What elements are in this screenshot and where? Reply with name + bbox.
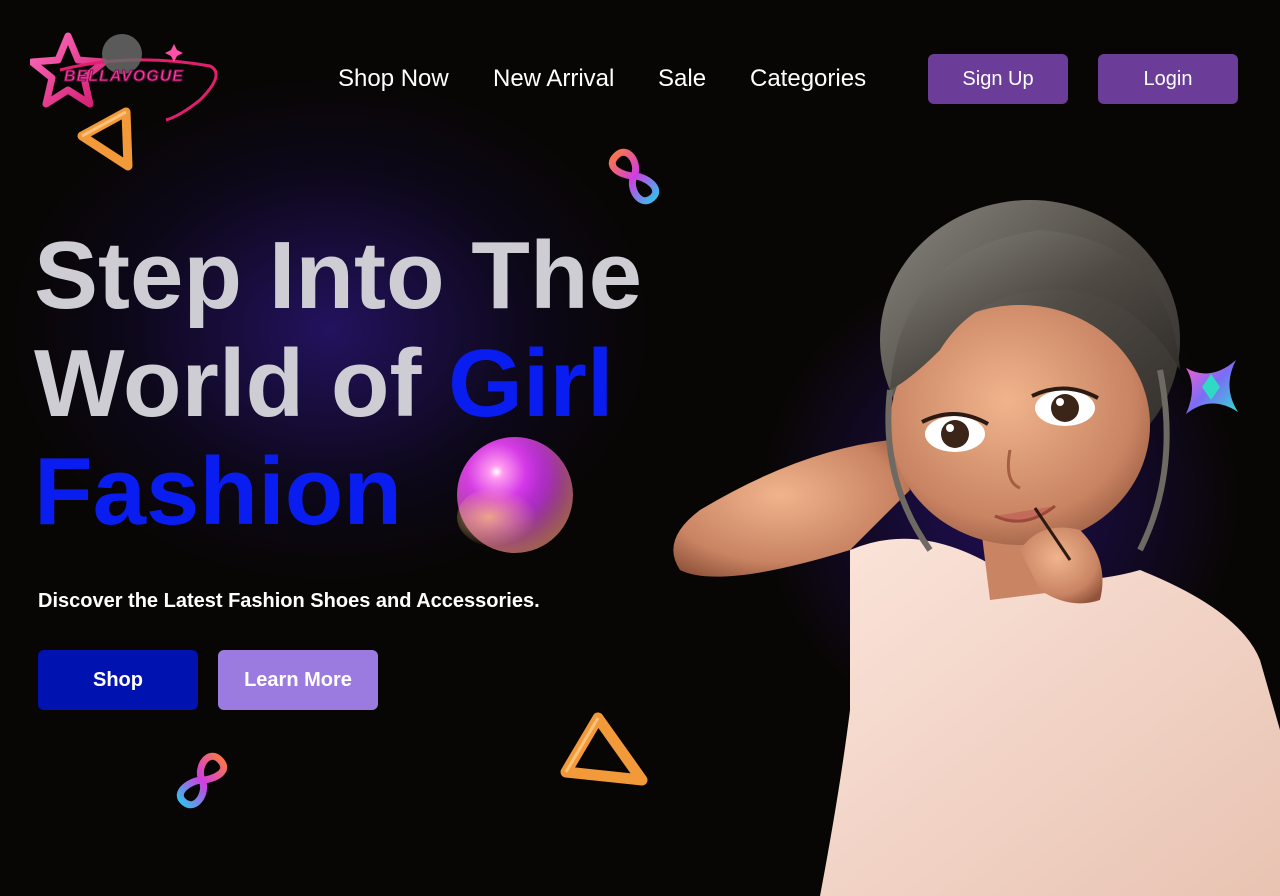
nav-link-categories[interactable]: Categories xyxy=(750,65,866,93)
sign-up-button[interactable]: Sign Up xyxy=(928,54,1068,104)
hero-title-line-2-plain: World of xyxy=(34,330,449,437)
hero-tagline: Discover the Latest Fashion Shoes and Ac… xyxy=(38,590,540,612)
shop-button[interactable]: Shop xyxy=(38,650,198,710)
sphere-icon xyxy=(457,437,573,553)
girl-illustration xyxy=(673,200,1280,896)
logo-text: BELLAVOGUE xyxy=(64,68,184,86)
login-button[interactable]: Login xyxy=(1098,54,1238,104)
triangle-icon xyxy=(560,712,648,786)
learn-more-button[interactable]: Learn More xyxy=(218,650,378,710)
landing-page: BELLAVOGUE Shop Now New Arrival Sale Cat… xyxy=(0,0,1280,896)
nav-link-new-arrival[interactable]: New Arrival xyxy=(493,65,614,93)
hero-title-accent-girl: Girl xyxy=(448,330,614,437)
nav-link-sale[interactable]: Sale xyxy=(658,65,706,93)
infinity-icon xyxy=(176,752,228,808)
hero-title-accent-fashion: Fashion xyxy=(34,438,403,545)
nav-link-shop-now[interactable]: Shop Now xyxy=(338,65,449,93)
hero-title-line-1: Step Into The xyxy=(34,222,642,329)
triangle-icon xyxy=(77,107,133,171)
